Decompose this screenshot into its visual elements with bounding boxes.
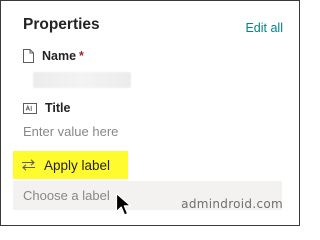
- text-field-icon: [23, 102, 37, 114]
- apply-label-text: Apply label: [44, 157, 111, 173]
- title-label-text: Title: [45, 101, 71, 115]
- mouse-pointer-icon: [115, 192, 135, 223]
- document-icon: [23, 49, 34, 63]
- title-input[interactable]: [23, 121, 163, 141]
- title-field-label: Title: [23, 101, 70, 115]
- watermark: admindroid.com: [181, 197, 283, 211]
- required-marker: *: [79, 49, 84, 63]
- properties-panel: Properties Edit all Name * Title Enter v…: [0, 0, 300, 226]
- panel-title: Properties: [23, 16, 100, 33]
- name-field-label: Name *: [23, 49, 84, 63]
- choose-label-placeholder: Choose a label: [23, 188, 110, 203]
- edit-all-link[interactable]: Edit all: [245, 21, 283, 35]
- name-label-text: Name: [42, 49, 77, 63]
- name-value-redacted: [33, 72, 131, 88]
- apply-label-header: Apply label: [13, 151, 128, 179]
- swap-arrows-icon: [21, 159, 36, 171]
